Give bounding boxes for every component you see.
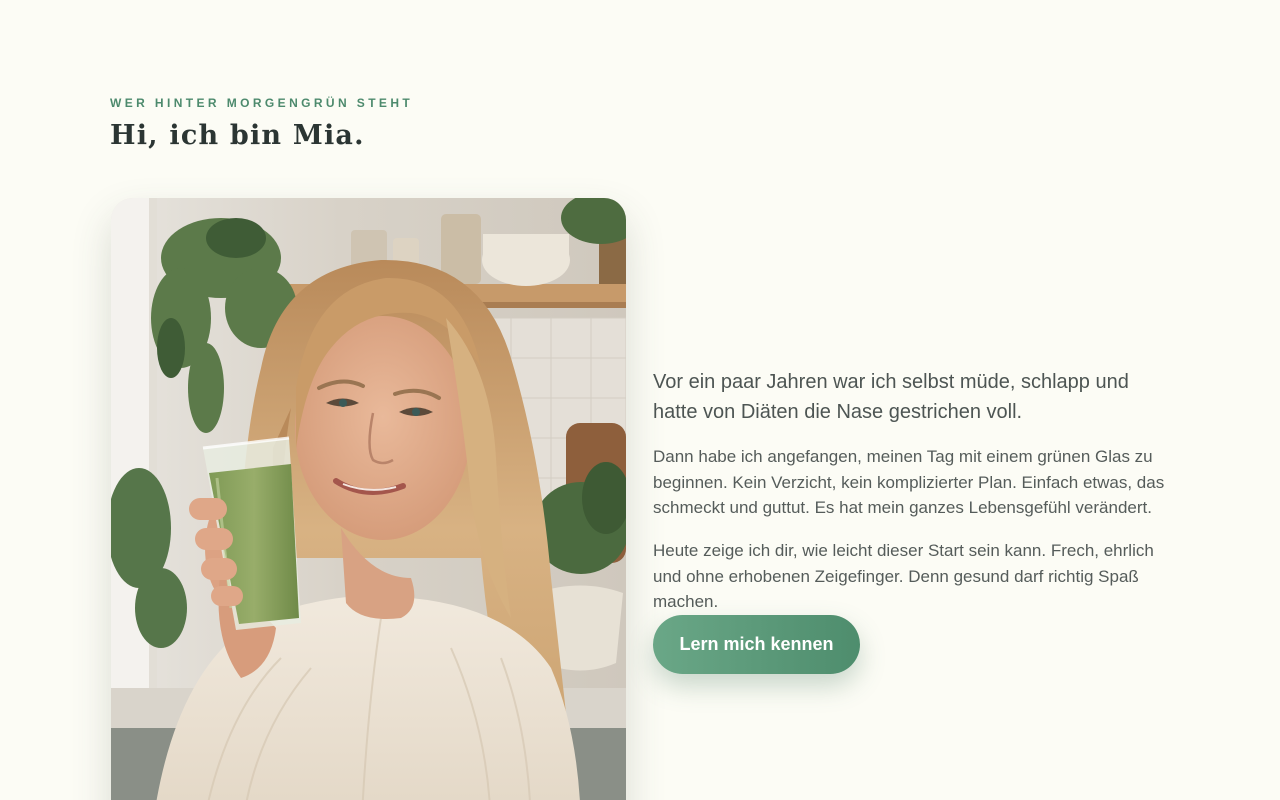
intro-paragraph-1: Dann habe ich angefangen, meinen Tag mit… [653, 447, 1165, 517]
portrait-illustration [111, 198, 626, 800]
learn-more-button[interactable]: Lern mich kennen [653, 615, 860, 674]
section-headline: Hi, ich bin Mia. [110, 120, 365, 151]
section-eyebrow: WER HINTER MORGENGRÜN STEHT [110, 96, 414, 110]
intro-paragraph-2: Heute zeige ich dir, wie leicht dieser S… [653, 541, 1154, 611]
portrait-photo [111, 198, 626, 800]
intro-lead: Vor ein paar Jahren war ich selbst müde,… [653, 371, 1129, 423]
